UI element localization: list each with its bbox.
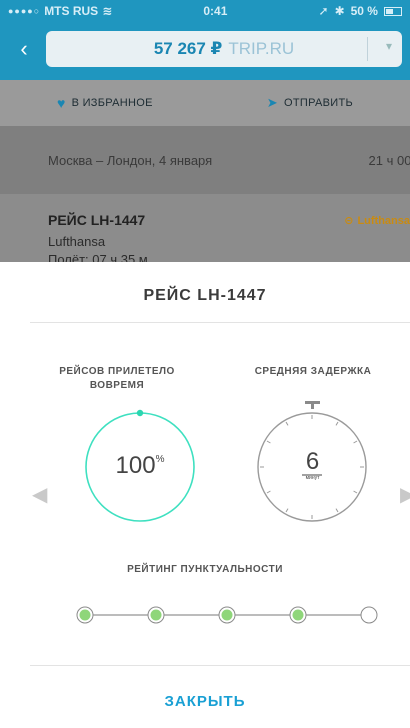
time-label: 0:41 <box>203 4 228 18</box>
lufthansa-logo-icon: ⊝ <box>344 215 354 227</box>
carrier-label: MTS RUS <box>44 4 99 18</box>
status-left: ●●●●○ MTS RUS ≋ <box>8 4 112 18</box>
sheet-title-divider <box>30 322 410 323</box>
close-divider <box>30 665 410 666</box>
next-arrow-icon[interactable]: ▶ <box>400 482 410 507</box>
bluetooth-icon: ✱ <box>334 4 345 18</box>
back-icon[interactable]: ‹ <box>8 36 40 62</box>
stopwatch-tick <box>335 421 339 426</box>
price-label: 57 267 ₽ <box>153 39 223 58</box>
airline-brand: ⊝ Lufthansa <box>344 214 410 228</box>
battery-label: 50 % <box>350 4 378 18</box>
stopwatch-stem <box>311 404 314 409</box>
chevron-down-icon[interactable]: ▾ <box>386 39 392 53</box>
location-icon: ➚ <box>318 4 329 18</box>
send-label: ОТПРАВИТЬ <box>283 97 353 109</box>
wifi-icon: ≋ <box>102 4 113 18</box>
rating-label: РЕЙТИНГ ПУНКТУАЛЬНОСТИ <box>127 564 283 575</box>
delay-label: СРЕДНЯЯ ЗАДЕРЖКА <box>254 366 372 377</box>
stopwatch-tick <box>335 508 339 513</box>
price-box[interactable]: 57 267 ₽ TRIP.RU ▾ <box>46 31 402 67</box>
route-row: Москва – Лондон, 4 января 21 ч 00 м <box>0 126 410 194</box>
on-time-value: 100% <box>80 452 200 480</box>
rating-dot-empty <box>360 606 378 624</box>
flight-card-title: РЕЙС LH-1447 <box>48 212 146 228</box>
on-time-label: РЕЙСОВ ПРИЛЕТЕЛО ВОВРЕМЯ <box>55 365 179 393</box>
favorite-label: В ИЗБРАННОЕ <box>71 97 153 109</box>
on-time-number: 100 <box>115 452 156 479</box>
stopwatch-tick <box>266 490 271 494</box>
price-box-divider <box>367 37 368 61</box>
sheet-title: РЕЙС LH-1447 <box>143 287 267 304</box>
signal-icon: ●●●●○ <box>8 6 41 16</box>
flight-card-airline: Lufthansa <box>48 234 106 249</box>
battery-icon <box>383 6 402 16</box>
heart-icon: ♥ <box>56 95 66 111</box>
delay-number: 6 <box>305 448 320 475</box>
stopwatch-button <box>305 401 320 404</box>
on-time-label-line1: РЕЙСОВ ПРИЛЕТЕЛО <box>59 366 175 377</box>
route-label: Москва – Лондон, 4 января <box>48 152 213 168</box>
on-time-unit: % <box>155 454 165 465</box>
on-time-ring-marker <box>136 409 144 417</box>
airline-brand-label: Lufthansa <box>357 214 410 227</box>
vendor-label: TRIP.RU <box>228 39 295 58</box>
close-button[interactable]: ЗАКРЫТЬ <box>0 693 410 710</box>
send-icon: ➤ <box>266 95 278 110</box>
stopwatch-tick <box>285 508 289 513</box>
stopwatch-tick <box>353 490 358 494</box>
favorite-button[interactable]: ♥ В ИЗБРАННОЕ <box>57 95 153 111</box>
flight-card[interactable]: РЕЙС LH-1447 Lufthansa Полёт: 07 ч 35 м … <box>0 194 410 264</box>
top-app-bar: ●●●●○ MTS RUS ≋ 0:41 ➚ ✱ 50 % ‹ 57 267 ₽… <box>0 0 410 80</box>
rating-dot-fill <box>221 609 233 621</box>
stopwatch-tick <box>353 440 358 444</box>
action-bar: ♥ В ИЗБРАННОЕ ➤ ОТПРАВИТЬ <box>0 80 410 126</box>
delay-unit: минут <box>305 475 320 481</box>
route-duration: 21 ч 00 м <box>368 152 410 168</box>
nav-row: ‹ 57 267 ₽ TRIP.RU ▾ <box>0 22 410 72</box>
stopwatch-tick <box>285 421 289 426</box>
rating-dot-fill <box>79 609 91 621</box>
rating-dot-fill <box>292 609 304 621</box>
on-time-label-line2: ВОВРЕМЯ <box>89 380 145 391</box>
status-right: ➚ ✱ 50 % <box>319 4 402 18</box>
rating-dot-fill <box>150 609 162 621</box>
prev-arrow-icon[interactable]: ◀ <box>32 482 47 507</box>
punctuality-sheet: РЕЙС LH-1447 РЕЙСОВ ПРИЛЕТЕЛО ВОВРЕМЯ 10… <box>0 262 410 728</box>
send-button[interactable]: ➤ ОТПРАВИТЬ <box>267 95 353 111</box>
punctuality-rating <box>76 606 378 624</box>
status-bar: ●●●●○ MTS RUS ≋ 0:41 ➚ ✱ 50 % <box>0 0 410 22</box>
flight-card-details: Полёт: 07 ч 35 м <box>48 252 148 262</box>
stopwatch-tick <box>266 440 271 444</box>
